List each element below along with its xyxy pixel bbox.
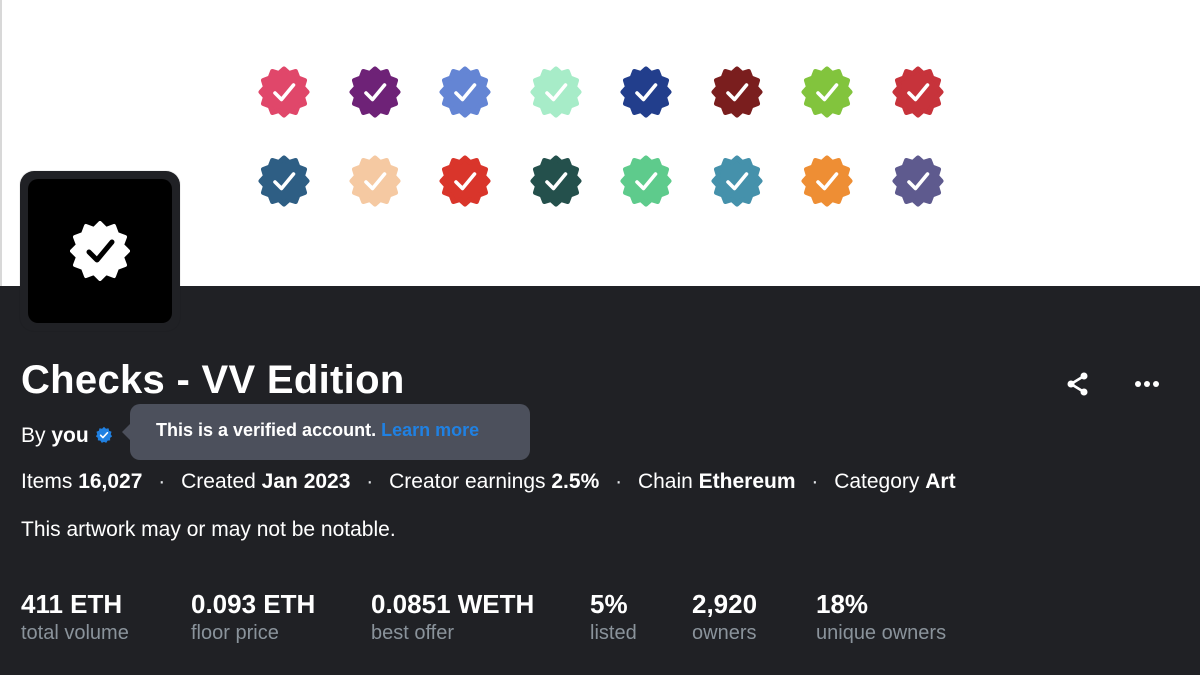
banner-check-badge — [349, 155, 401, 207]
banner-check-badge — [801, 66, 853, 118]
created-label: Created — [181, 470, 256, 493]
stat-unique-owners[interactable]: 18% unique owners — [816, 588, 946, 646]
checkmark-badge-icon — [530, 155, 581, 207]
checkmark-badge-icon — [892, 155, 943, 207]
banner-check-badge — [620, 155, 672, 207]
creator-earnings-value: 2.5% — [551, 470, 600, 493]
checkmark-badge-icon — [258, 155, 310, 207]
checkmark-badge-icon — [620, 155, 672, 207]
category-label: Category — [834, 470, 920, 493]
tooltip-text: This is a verified account. — [156, 420, 377, 440]
stat-floor-price[interactable]: 0.093 ETH floor price — [191, 588, 315, 646]
collection-description: This artwork may or may not be notable. — [21, 518, 396, 541]
creator-link[interactable]: you — [51, 424, 88, 447]
banner-check-badge — [349, 66, 401, 118]
created-value: Jan 2023 — [261, 470, 351, 493]
collection-avatar[interactable] — [28, 179, 172, 323]
stat-label: best offer — [371, 622, 455, 644]
stat-label: listed — [590, 622, 637, 644]
collection-banner — [0, 0, 1200, 286]
more-options-button[interactable] — [1131, 368, 1163, 400]
checkmark-badge-icon — [620, 66, 672, 118]
stat-value: 0.093 ETH — [191, 589, 316, 619]
stat-value: 0.0851 WETH — [371, 589, 535, 619]
stat-owners[interactable]: 2,920 owners — [692, 588, 757, 646]
stat-label: unique owners — [816, 622, 947, 644]
separator: · — [366, 470, 374, 493]
chain-label: Chain — [637, 470, 693, 493]
banner-check-badge — [711, 155, 763, 207]
checkmark-badge-icon — [801, 66, 853, 118]
creator-byline: By you — [21, 422, 113, 450]
items-label: Items — [21, 470, 73, 493]
banner-check-badge — [711, 66, 763, 118]
separator: · — [158, 470, 166, 493]
tooltip-content: This is a verified account. Learn more — [156, 420, 479, 441]
share-button[interactable] — [1062, 368, 1094, 400]
collection-avatar-frame — [20, 171, 180, 331]
checkmark-badge-icon — [439, 66, 491, 118]
stat-label: owners — [692, 622, 757, 644]
stat-label: floor price — [191, 622, 279, 644]
stat-value: 5% — [590, 589, 628, 619]
banner-check-badge — [439, 155, 491, 207]
checkmark-badge-icon — [892, 66, 943, 118]
collection-title: Checks - VV Edition — [21, 358, 405, 402]
stat-listed[interactable]: 5% listed — [590, 588, 637, 646]
checkmark-badge-icon — [439, 155, 491, 207]
more-horizontal-icon — [1135, 381, 1159, 387]
collection-details: Items 16,027 · Created Jan 2023 · Creato… — [21, 468, 956, 496]
by-prefix: By — [21, 424, 46, 447]
stat-total-volume[interactable]: 411 ETH total volume — [21, 588, 129, 646]
verified-tooltip: This is a verified account. Learn more — [122, 404, 530, 460]
stat-best-offer[interactable]: 0.0851 WETH best offer — [371, 588, 534, 646]
separator: · — [811, 470, 819, 493]
checkmark-badge-icon — [530, 66, 581, 118]
separator: · — [615, 470, 623, 493]
checkmark-badge-icon — [349, 155, 400, 207]
chain-value: Ethereum — [698, 470, 796, 493]
banner-check-badge — [530, 155, 582, 207]
banner-check-badge — [892, 66, 944, 118]
checkmark-badge-icon — [711, 66, 762, 118]
category-value[interactable]: Art — [925, 470, 955, 493]
banner-check-badge — [620, 66, 672, 118]
items-value: 16,027 — [78, 470, 143, 493]
stat-value: 2,920 — [692, 589, 758, 619]
banner-check-badge — [801, 155, 853, 207]
stat-label: total volume — [21, 622, 129, 644]
creator-earnings-label: Creator earnings — [389, 470, 546, 493]
checkmark-badge-icon — [349, 66, 400, 118]
checkmark-badge-icon — [70, 221, 130, 281]
learn-more-link[interactable]: Learn more — [381, 420, 479, 440]
banner-check-badge — [258, 66, 310, 118]
checkmark-badge-icon — [258, 66, 310, 118]
verified-badge-icon[interactable] — [95, 426, 113, 444]
banner-check-badge — [892, 155, 944, 207]
checkmark-badge-icon — [801, 155, 853, 207]
checkmark-badge-icon — [711, 155, 762, 207]
banner-check-badge — [530, 66, 582, 118]
banner-check-badge — [258, 155, 310, 207]
share-icon — [1067, 372, 1088, 396]
banner-check-badge — [439, 66, 491, 118]
banner-edge — [0, 0, 2, 286]
stat-value: 411 ETH — [21, 589, 123, 619]
stat-value: 18% — [816, 589, 869, 619]
